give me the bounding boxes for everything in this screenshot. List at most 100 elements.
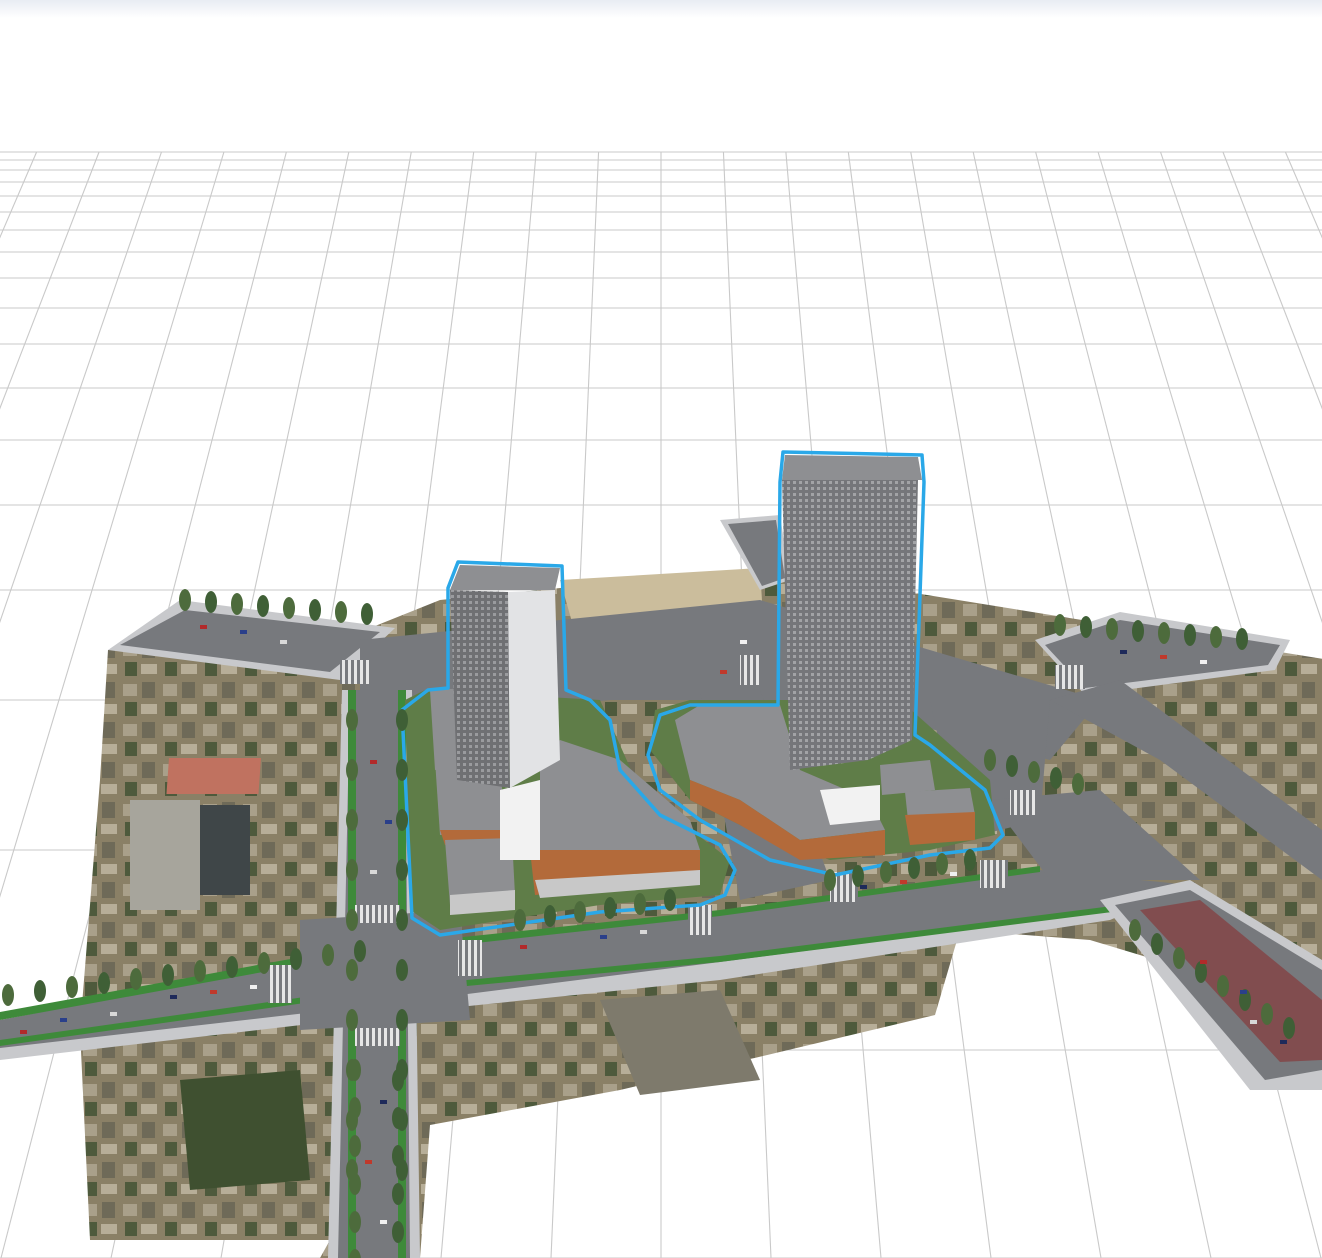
- tree: [257, 595, 269, 617]
- 3d-viewport[interactable]: [0, 0, 1322, 1258]
- tree: [349, 1097, 361, 1119]
- tree: [361, 603, 373, 625]
- tree: [349, 1173, 361, 1195]
- car: [740, 640, 747, 644]
- car: [380, 1220, 387, 1224]
- tree: [205, 591, 217, 613]
- tree: [908, 857, 920, 879]
- tree: [130, 968, 142, 990]
- tree: [309, 599, 321, 621]
- tree: [1050, 767, 1062, 789]
- tree: [1129, 919, 1141, 941]
- car: [250, 985, 257, 989]
- tree: [396, 909, 408, 931]
- tree: [1151, 933, 1163, 955]
- tree: [322, 944, 334, 966]
- tree: [346, 809, 358, 831]
- tree: [194, 960, 206, 982]
- tree: [396, 809, 408, 831]
- tree: [346, 909, 358, 931]
- car: [365, 1160, 372, 1164]
- tree: [1184, 624, 1196, 646]
- tree: [880, 861, 892, 883]
- tree: [231, 593, 243, 615]
- car: [1250, 1020, 1257, 1024]
- tree: [984, 749, 996, 771]
- tree: [258, 952, 270, 974]
- tree: [349, 1211, 361, 1233]
- car: [370, 760, 377, 764]
- tree: [226, 956, 238, 978]
- tree: [604, 897, 616, 919]
- car: [60, 1018, 67, 1022]
- car: [720, 670, 727, 674]
- car: [385, 820, 392, 824]
- tree: [98, 972, 110, 994]
- tower-east[interactable]: [782, 455, 922, 770]
- tree: [544, 905, 556, 927]
- tree: [346, 959, 358, 981]
- tree: [346, 859, 358, 881]
- tree: [1080, 616, 1092, 638]
- car: [110, 1012, 117, 1016]
- tree: [514, 909, 526, 931]
- tree: [1236, 628, 1248, 650]
- tree: [2, 984, 14, 1006]
- tree: [1261, 1003, 1273, 1025]
- tree: [852, 865, 864, 887]
- scene-canvas[interactable]: [0, 0, 1322, 1258]
- car: [1160, 655, 1167, 659]
- tree: [396, 959, 408, 981]
- tree: [574, 901, 586, 923]
- car: [200, 625, 207, 629]
- car: [1240, 990, 1247, 994]
- tree: [346, 709, 358, 731]
- tree: [34, 980, 46, 1002]
- tree: [1054, 614, 1066, 636]
- car: [1200, 660, 1207, 664]
- tree: [824, 869, 836, 891]
- car: [1280, 1040, 1287, 1044]
- tree: [392, 1145, 404, 1167]
- tree: [1173, 947, 1185, 969]
- car: [950, 872, 957, 876]
- car: [170, 995, 177, 999]
- tree: [346, 1009, 358, 1031]
- car: [210, 990, 217, 994]
- tree: [396, 759, 408, 781]
- tree: [1072, 773, 1084, 795]
- tower-west[interactable]: [450, 565, 560, 788]
- tree: [936, 853, 948, 875]
- tree: [349, 1135, 361, 1157]
- tree: [335, 601, 347, 623]
- tree: [634, 893, 646, 915]
- tree: [396, 1009, 408, 1031]
- tree: [290, 948, 302, 970]
- tree: [66, 976, 78, 998]
- tree: [392, 1069, 404, 1091]
- tree: [1217, 975, 1229, 997]
- tree: [1106, 618, 1118, 640]
- tree: [349, 1059, 361, 1081]
- car: [1120, 650, 1127, 654]
- car: [380, 1100, 387, 1104]
- tree: [396, 709, 408, 731]
- car: [520, 945, 527, 949]
- car: [240, 630, 247, 634]
- tree: [1210, 626, 1222, 648]
- tree: [179, 589, 191, 611]
- car: [370, 870, 377, 874]
- car: [600, 935, 607, 939]
- tree: [1195, 961, 1207, 983]
- car: [900, 880, 907, 884]
- tree: [1283, 1017, 1295, 1039]
- tree: [392, 1221, 404, 1243]
- tree: [1028, 761, 1040, 783]
- tree: [392, 1183, 404, 1205]
- tree: [162, 964, 174, 986]
- tree: [964, 849, 976, 871]
- tree: [396, 859, 408, 881]
- tree: [1132, 620, 1144, 642]
- tree: [346, 759, 358, 781]
- car: [860, 885, 867, 889]
